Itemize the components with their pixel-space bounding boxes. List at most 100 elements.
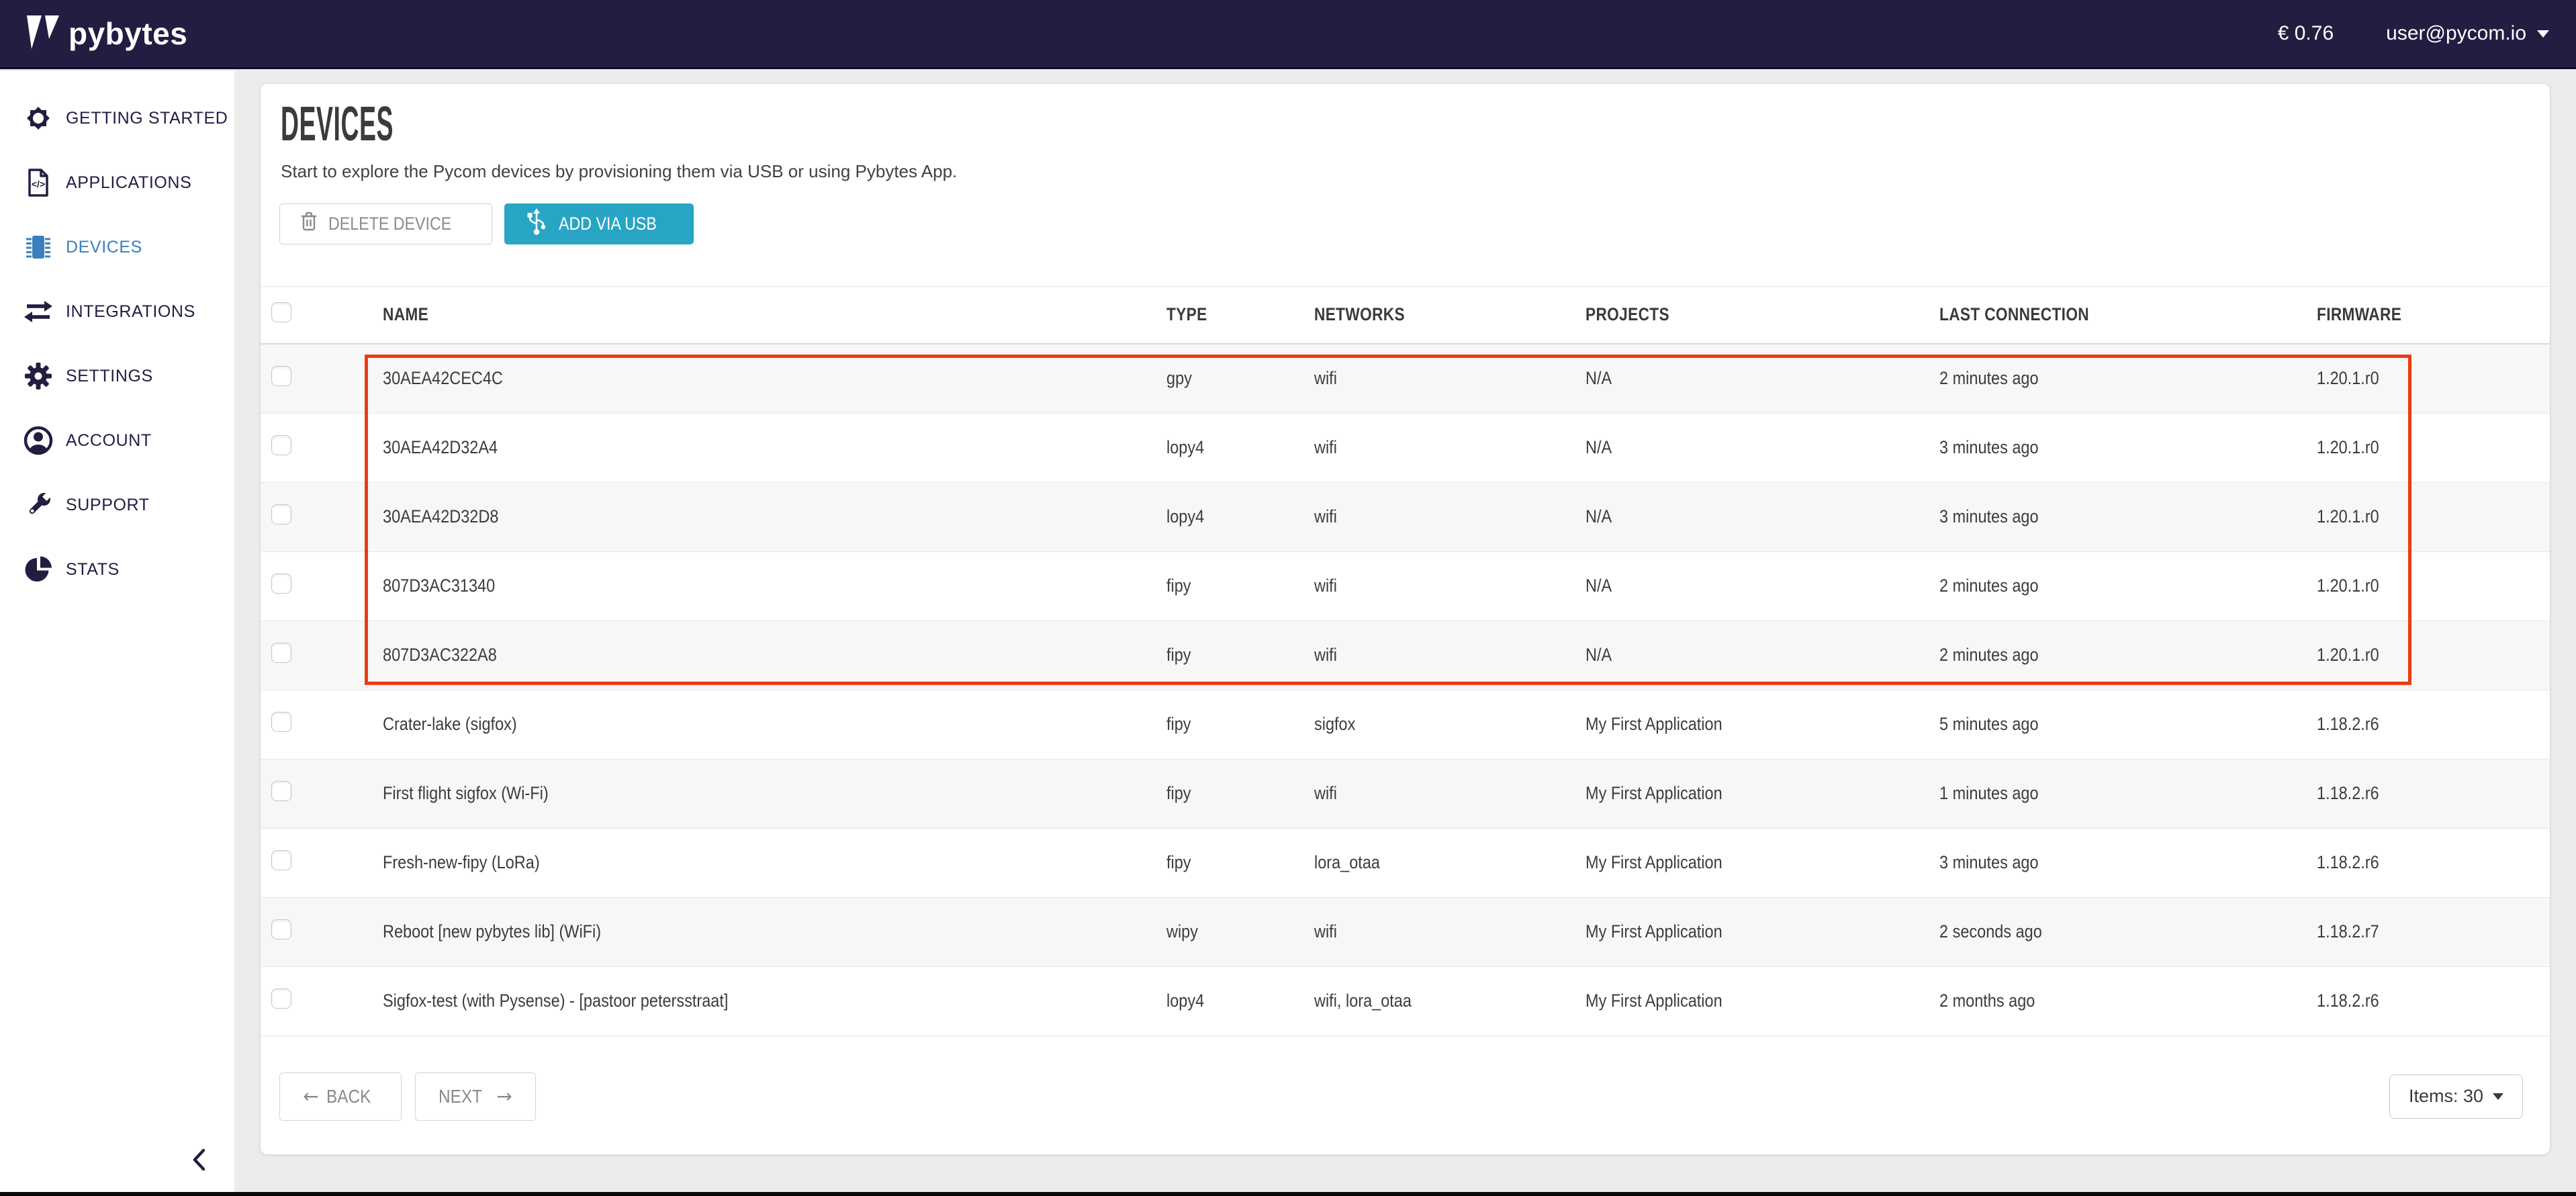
row-checkbox[interactable] xyxy=(271,988,291,1009)
row-checkbox[interactable] xyxy=(271,919,291,939)
wrench-icon xyxy=(23,490,54,520)
cell-firmware: 1.18.2.r7 xyxy=(2317,921,2550,942)
chip-icon xyxy=(23,232,54,263)
column-header-name: NAME xyxy=(383,304,1166,325)
cell-last-connection: 2 minutes ago xyxy=(1939,576,2317,596)
cell-type: gpy xyxy=(1166,368,1314,389)
cell-projects: N/A xyxy=(1585,645,1939,665)
row-checkbox[interactable] xyxy=(271,850,291,870)
row-checkbox[interactable] xyxy=(271,712,291,732)
items-per-page-dropdown[interactable]: Items: 30 xyxy=(2389,1074,2523,1119)
cell-networks: wifi xyxy=(1314,576,1585,596)
cell-last-connection: 2 seconds ago xyxy=(1939,921,2317,942)
cell-projects: My First Application xyxy=(1585,921,1939,942)
pybytes-logo[interactable]: pybytes xyxy=(27,14,187,54)
cell-last-connection: 2 months ago xyxy=(1939,991,2317,1011)
table-row[interactable]: Sigfox-test (with Pysense) - [pastoor pe… xyxy=(261,967,2550,1036)
table-row[interactable]: Reboot [new pybytes lib] (WiFi)wipywifiM… xyxy=(261,898,2550,967)
sidebar-item-label: DEVICES xyxy=(66,238,142,257)
cell-name: 30AEA42CEC4C xyxy=(383,368,1166,389)
sidebar-item-integrations[interactable]: INTEGRATIONS xyxy=(0,279,234,344)
select-all-checkbox[interactable] xyxy=(271,302,291,322)
cell-name: Sigfox-test (with Pysense) - [pastoor pe… xyxy=(383,991,1166,1011)
cell-name: Crater-lake (sigfox) xyxy=(383,714,1166,735)
cell-last-connection: 3 minutes ago xyxy=(1939,852,2317,873)
svg-text:</>: </> xyxy=(32,179,45,189)
usb-icon xyxy=(525,208,548,240)
row-checkbox[interactable] xyxy=(271,781,291,801)
cell-type: lopy4 xyxy=(1166,437,1314,458)
sidebar-item-support[interactable]: SUPPORT xyxy=(0,473,234,537)
table-row[interactable]: 30AEA42D32A4lopy4wifiN/A3 minutes ago1.2… xyxy=(261,414,2550,483)
sidebar-item-getting-started[interactable]: GETTING STARTED xyxy=(0,86,234,150)
screen-bottom-edge xyxy=(0,1192,2576,1196)
delete-device-button[interactable]: DELETE DEVICE xyxy=(279,203,492,244)
cell-type: fipy xyxy=(1166,645,1314,665)
pybytes-logo-icon xyxy=(27,14,59,54)
row-checkbox[interactable] xyxy=(271,643,291,663)
sidebar-item-settings[interactable]: SETTINGS xyxy=(0,344,234,408)
table-row[interactable]: 30AEA42CEC4CgpywifiN/A2 minutes ago1.20.… xyxy=(261,344,2550,414)
trash-icon xyxy=(300,212,318,236)
add-via-usb-button[interactable]: ADD VIA USB xyxy=(504,203,694,244)
table-row[interactable]: First flight sigfox (Wi-Fi)fipywifiMy Fi… xyxy=(261,760,2550,829)
cell-networks: wifi xyxy=(1314,921,1585,942)
cell-name: 30AEA42D32D8 xyxy=(383,506,1166,527)
cell-last-connection: 3 minutes ago xyxy=(1939,506,2317,527)
sidebar-item-label: INTEGRATIONS xyxy=(66,302,195,322)
sidebar-item-label: SETTINGS xyxy=(66,367,153,386)
row-checkbox[interactable] xyxy=(271,435,291,455)
sidebar: GETTING STARTED </>APPLICATIONS DEVICES INT… xyxy=(0,71,234,1192)
table-row[interactable]: 807D3AC322A8fipywifiN/A2 minutes ago1.20… xyxy=(261,621,2550,690)
column-header-last-connection: LAST CONNECTION xyxy=(1939,304,2317,325)
sidebar-item-account[interactable]: ACCOUNT xyxy=(0,408,234,473)
arrow-left-icon: ← xyxy=(303,1085,318,1107)
user-menu[interactable]: user@pycom.io xyxy=(2386,22,2549,45)
column-header-projects: PROJECTS xyxy=(1585,304,1939,325)
row-checkbox[interactable] xyxy=(271,573,291,594)
row-checkbox[interactable] xyxy=(271,504,291,524)
sidebar-collapse-button[interactable] xyxy=(187,1145,210,1175)
sidebar-item-devices[interactable]: DEVICES xyxy=(0,215,234,279)
column-header-firmware: FIRMWARE xyxy=(2317,304,2550,325)
cell-networks: lora_otaa xyxy=(1314,852,1585,873)
cell-networks: wifi xyxy=(1314,506,1585,527)
sidebar-item-applications[interactable]: </>APPLICATIONS xyxy=(0,150,234,215)
cell-firmware: 1.20.1.r0 xyxy=(2317,576,2550,596)
devices-page-card: DEVICES Start to explore the Pycom devic… xyxy=(261,84,2550,1154)
table-row[interactable]: 30AEA42D32D8lopy4wifiN/A3 minutes ago1.2… xyxy=(261,483,2550,552)
sidebar-item-label: SUPPORT xyxy=(66,496,150,515)
sidebar-item-stats[interactable]: STATS xyxy=(0,537,234,602)
person-icon xyxy=(23,425,54,456)
back-button[interactable]: ← BACK xyxy=(279,1072,402,1121)
sidebar-item-label: GETTING STARTED xyxy=(66,109,228,128)
page-title: DEVICES xyxy=(281,99,2550,150)
cell-type: fipy xyxy=(1166,852,1314,873)
sidebar-item-label: STATS xyxy=(66,560,120,580)
column-header-type: TYPE xyxy=(1166,304,1314,325)
table-row[interactable]: Crater-lake (sigfox)fipysigfoxMy First A… xyxy=(261,690,2550,760)
row-checkbox[interactable] xyxy=(271,366,291,386)
pie-chart-icon xyxy=(23,554,54,585)
cell-last-connection: 3 minutes ago xyxy=(1939,437,2317,458)
next-button[interactable]: NEXT → xyxy=(415,1072,536,1121)
cell-firmware: 1.20.1.r0 xyxy=(2317,506,2550,527)
cell-firmware: 1.20.1.r0 xyxy=(2317,437,2550,458)
page-subtitle: Start to explore the Pycom devices by pr… xyxy=(281,161,2550,182)
cell-projects: N/A xyxy=(1585,576,1939,596)
cell-type: fipy xyxy=(1166,714,1314,735)
sidebar-item-label: ACCOUNT xyxy=(66,431,152,451)
cell-networks: sigfox xyxy=(1314,714,1585,735)
pagination: ← BACK NEXT → Items: 30 xyxy=(279,1072,2523,1121)
cell-networks: wifi xyxy=(1314,368,1585,389)
chevron-down-icon xyxy=(2537,30,2549,38)
cell-name: 807D3AC31340 xyxy=(383,576,1166,596)
cell-projects: My First Application xyxy=(1585,852,1939,873)
cell-type: lopy4 xyxy=(1166,991,1314,1011)
cell-firmware: 1.20.1.r0 xyxy=(2317,368,2550,389)
cell-firmware: 1.20.1.r0 xyxy=(2317,645,2550,665)
table-row[interactable]: Fresh-new-fipy (LoRa)fipylora_otaaMy Fir… xyxy=(261,829,2550,898)
screen: pybytes € 0.76 user@pycom.io GETTING STA… xyxy=(0,0,2576,1196)
table-row[interactable]: 807D3AC31340fipywifiN/A2 minutes ago1.20… xyxy=(261,552,2550,621)
column-header-networks: NETWORKS xyxy=(1314,304,1585,325)
